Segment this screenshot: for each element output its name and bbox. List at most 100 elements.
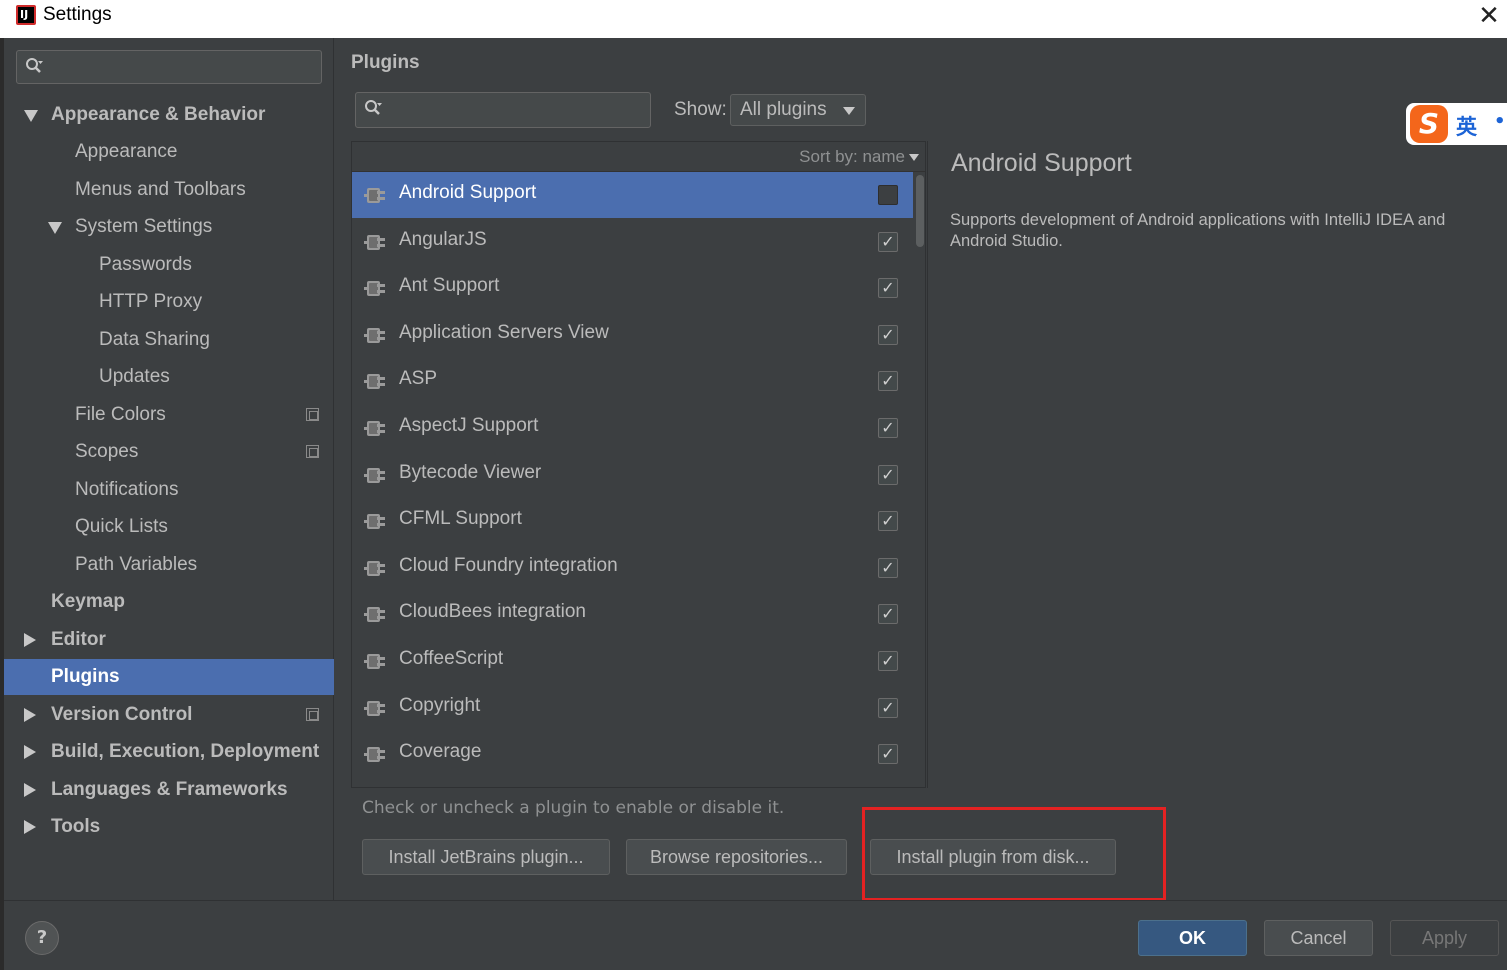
show-filter-value: All plugins — [740, 99, 827, 120]
project-scope-icon — [306, 708, 319, 721]
plugin-row[interactable]: Copyright ✓ — [352, 685, 913, 731]
plugin-enabled-checkbox[interactable]: ✓ — [878, 604, 898, 625]
plugin-enabled-checkbox[interactable]: ✓ — [878, 651, 898, 671]
plugin-row[interactable]: Coverage ✓ — [352, 731, 913, 777]
plugin-name: Coverage — [399, 741, 482, 763]
sidebar-item-appearance[interactable]: Appearance — [4, 134, 334, 170]
help-button[interactable]: ? — [25, 921, 59, 955]
plugin-enabled-checkbox[interactable]: ✓ — [878, 557, 898, 578]
settings-search-input[interactable] — [16, 50, 322, 84]
expand-down-icon[interactable] — [48, 222, 62, 234]
sidebar-item-appearance-behavior[interactable]: Appearance & Behavior — [4, 97, 334, 133]
project-scope-icon — [306, 445, 319, 458]
chevron-down-icon — [843, 107, 855, 115]
plugin-icon — [364, 188, 385, 203]
plugin-icon — [364, 514, 385, 530]
scrollbar-thumb[interactable] — [916, 175, 924, 247]
plugin-name: CFML Support — [399, 508, 522, 530]
expand-right-icon[interactable] — [24, 633, 36, 647]
sidebar-item-label: Plugins — [51, 666, 120, 687]
apply-button[interactable]: Apply — [1390, 920, 1499, 956]
close-icon[interactable]: ✕ — [1475, 2, 1503, 30]
sidebar-item-system-settings[interactable]: System Settings — [4, 209, 334, 245]
sidebar-item-label: Editor — [51, 629, 106, 650]
plugin-enabled-checkbox[interactable]: ✓ — [878, 744, 898, 765]
sidebar-item-keymap[interactable]: Keymap — [4, 584, 334, 620]
plugin-row[interactable]: AspectJ Support ✓ — [352, 405, 913, 451]
plugin-row[interactable]: AngularJS ✓ — [352, 219, 913, 265]
sidebar-item-label: Path Variables — [75, 554, 198, 575]
plugin-icon — [364, 747, 385, 763]
sidebar-item-label: Appearance & Behavior — [51, 104, 266, 125]
search-icon — [26, 58, 43, 73]
sidebar-item-editor[interactable]: Editor — [4, 622, 334, 658]
plugin-name: Cloud Foundry integration — [399, 554, 618, 576]
ok-button[interactable]: OK — [1138, 920, 1247, 956]
expand-right-icon[interactable] — [24, 783, 36, 797]
plugin-row[interactable]: Application Servers View ✓ — [352, 312, 913, 358]
plugin-enabled-checkbox[interactable]: ✓ — [878, 418, 898, 438]
sidebar-item-quick-lists[interactable]: Quick Lists — [4, 509, 334, 545]
plugin-enabled-checkbox[interactable]: ✓ — [878, 511, 898, 532]
plugin-search-input[interactable] — [355, 92, 651, 128]
plugin-enabled-checkbox[interactable]: ✓ — [878, 324, 898, 345]
install-jetbrains-plugin-button[interactable]: Install JetBrains plugin... — [362, 839, 610, 875]
sidebar-item-path-variables[interactable]: Path Variables — [4, 547, 334, 583]
annotation-highlight-box — [862, 807, 1166, 901]
chevron-down-icon[interactable] — [909, 154, 919, 161]
plugin-name: CloudBees integration — [399, 601, 586, 623]
project-scope-icon — [306, 408, 319, 421]
sort-label[interactable]: Sort by: name — [799, 147, 905, 167]
sidebar-item-plugins[interactable]: Plugins — [4, 659, 334, 695]
sort-bar[interactable]: Sort by: name — [352, 142, 925, 172]
expand-down-icon[interactable] — [24, 110, 38, 122]
plugin-row[interactable]: Android Support — [352, 172, 913, 218]
sidebar-item-data-sharing[interactable]: Data Sharing — [4, 322, 334, 358]
plugin-enabled-checkbox[interactable]: ✓ — [878, 697, 898, 718]
scrollbar[interactable] — [913, 172, 925, 787]
browse-repositories-button[interactable]: Browse repositories... — [626, 839, 847, 875]
plugin-name: Bytecode Viewer — [399, 461, 542, 483]
sidebar-item-menus-and-toolbars[interactable]: Menus and Toolbars — [4, 172, 334, 208]
sidebar-item-tools[interactable]: Tools — [4, 809, 334, 845]
sidebar-item-version-control[interactable]: Version Control — [4, 697, 334, 733]
plugin-row[interactable]: Ant Support ✓ — [352, 265, 913, 311]
expand-right-icon[interactable] — [24, 820, 36, 834]
plugin-enabled-checkbox[interactable]: ✓ — [878, 371, 898, 392]
search-icon — [365, 100, 382, 115]
sidebar-item-languages-frameworks[interactable]: Languages & Frameworks — [4, 772, 334, 808]
plugin-enabled-checkbox[interactable] — [878, 185, 898, 205]
plugin-row[interactable]: CloudBees integration ✓ — [352, 591, 913, 637]
plugin-row[interactable]: Bytecode Viewer ✓ — [352, 452, 913, 498]
plugin-enabled-checkbox[interactable]: ✓ — [878, 231, 898, 252]
sidebar-item-http-proxy[interactable]: HTTP Proxy — [4, 284, 334, 320]
sidebar-item-label: Build, Execution, Deployment — [51, 741, 320, 762]
ime-indicator[interactable]: S 英 • — [1406, 103, 1507, 145]
show-filter-dropdown[interactable]: All plugins — [730, 94, 866, 126]
sidebar-item-passwords[interactable]: Passwords — [4, 247, 334, 283]
sidebar-item-label: Tools — [51, 816, 101, 837]
plugin-row[interactable]: ASP ✓ — [352, 358, 913, 404]
plugin-row[interactable]: CFML Support ✓ — [352, 498, 913, 544]
plugin-name: Copyright — [399, 694, 481, 716]
sidebar-item-file-colors[interactable]: File Colors — [4, 397, 334, 433]
plugin-name: AspectJ Support — [399, 415, 539, 436]
plugin-row[interactable]: CoffeeScript ✓ — [352, 638, 913, 684]
sidebar-item-label: Scopes — [75, 441, 139, 462]
expand-right-icon[interactable] — [24, 708, 36, 722]
plugin-enabled-checkbox[interactable]: ✓ — [878, 278, 898, 299]
cancel-button[interactable]: Cancel — [1264, 920, 1373, 956]
plugin-icon — [364, 234, 385, 250]
plugin-enabled-checkbox[interactable]: ✓ — [878, 464, 898, 485]
sidebar-item-label: File Colors — [75, 404, 166, 425]
expand-right-icon[interactable] — [24, 745, 36, 759]
plugin-list: Sort by: name Android Support AngularJS ✓ A… — [351, 141, 926, 788]
plugin-icon — [364, 560, 385, 576]
sidebar-item-build-execution-deployment[interactable]: Build, Execution, Deployment — [4, 734, 334, 770]
sidebar-item-updates[interactable]: Updates — [4, 359, 334, 395]
plugin-row[interactable]: Cloud Foundry integration ✓ — [352, 545, 913, 591]
sidebar-item-notifications[interactable]: Notifications — [4, 472, 334, 508]
plugin-icon — [364, 700, 385, 716]
plugin-icon — [364, 421, 385, 436]
sidebar-item-scopes[interactable]: Scopes — [4, 434, 334, 470]
